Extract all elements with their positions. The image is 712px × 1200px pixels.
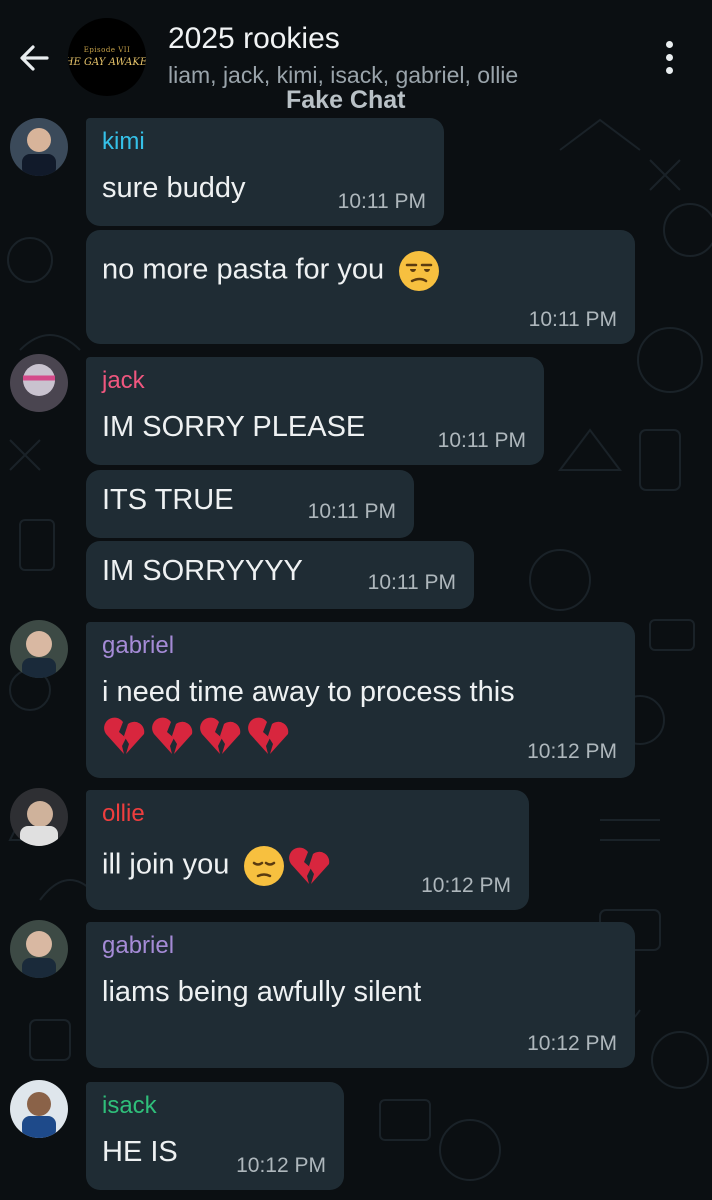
- more-vertical-icon: [665, 40, 673, 48]
- unamused-face-icon: [399, 251, 440, 291]
- message-list: kimi sure buddy 10:11 PM no more pasta f…: [0, 0, 712, 1200]
- avatar-jack[interactable]: [10, 354, 68, 412]
- message-text: ill join you: [102, 844, 331, 888]
- message-bubble[interactable]: kimi sure buddy 10:11 PM: [86, 118, 444, 226]
- message-time: 10:12 PM: [527, 740, 617, 763]
- message-time: 10:11 PM: [437, 429, 526, 452]
- broken-heart-icon: [104, 717, 289, 754]
- message-time: 10:11 PM: [367, 571, 456, 594]
- sender-name: gabriel: [102, 632, 175, 659]
- message-text: liams being awfully silent: [102, 976, 422, 1008]
- message-time: 10:11 PM: [337, 190, 426, 213]
- sender-name: gabriel: [102, 932, 175, 959]
- message-bubble[interactable]: ollie ill join you 10:12 PM: [86, 790, 529, 910]
- chat-members[interactable]: liam, jack, kimi, isack, gabriel, ollie: [168, 62, 518, 89]
- sender-name: jack: [102, 367, 145, 394]
- message-time: 10:11 PM: [307, 500, 396, 523]
- message-text: i need time away to process this: [102, 676, 515, 708]
- message-text-content: no more pasta for you: [102, 253, 385, 286]
- message-text: ITS TRUE: [102, 484, 234, 516]
- message-text: no more pasta for you: [102, 250, 440, 292]
- message-text: sure buddy: [102, 172, 246, 204]
- broken-heart-icon: [289, 847, 330, 884]
- avatar-isack[interactable]: [10, 1080, 68, 1138]
- group-avatar-title: THE GAY AWAKEN: [68, 57, 146, 68]
- group-avatar[interactable]: Episode VII THE GAY AWAKEN: [68, 18, 146, 96]
- message-bubble[interactable]: IM SORRYYYY 10:11 PM: [86, 541, 474, 609]
- message-bubble[interactable]: gabriel i need time away to process this…: [86, 622, 635, 778]
- message-time: 10:12 PM: [421, 874, 511, 897]
- avatar-gabriel[interactable]: [10, 620, 68, 678]
- message-bubble[interactable]: isack HE IS 10:12 PM: [86, 1082, 344, 1190]
- broken-heart-emoji-row: [102, 714, 290, 763]
- message-time: 10:12 PM: [236, 1154, 326, 1177]
- message-bubble[interactable]: ITS TRUE 10:11 PM: [86, 470, 414, 538]
- avatar-gabriel[interactable]: [10, 920, 68, 978]
- message-bubble[interactable]: no more pasta for you 10:11 PM: [86, 230, 635, 344]
- pensive-face-icon: [244, 846, 285, 886]
- sender-name: isack: [102, 1092, 157, 1119]
- fake-chat-watermark: Fake Chat: [286, 86, 406, 114]
- message-bubble[interactable]: jack IM SORRY PLEASE 10:11 PM: [86, 357, 544, 465]
- message-text: HE IS: [102, 1136, 178, 1168]
- group-avatar-caption: Episode VII: [83, 46, 131, 54]
- message-time: 10:12 PM: [527, 1032, 617, 1055]
- message-text: IM SORRYYYY: [102, 555, 303, 587]
- message-text-content: ill join you: [102, 848, 230, 881]
- avatar-kimi[interactable]: [10, 118, 68, 176]
- sender-name: ollie: [102, 800, 145, 827]
- more-options-button[interactable]: [652, 34, 686, 80]
- back-button[interactable]: [12, 36, 56, 80]
- message-bubble[interactable]: gabriel liams being awfully silent 10:12…: [86, 922, 635, 1068]
- arrow-left-icon: [20, 45, 49, 71]
- message-time: 10:11 PM: [528, 308, 617, 331]
- sender-name: kimi: [102, 128, 145, 155]
- chat-title[interactable]: 2025 rookies: [168, 22, 340, 56]
- avatar-ollie[interactable]: [10, 788, 68, 846]
- message-text: IM SORRY PLEASE: [102, 411, 366, 443]
